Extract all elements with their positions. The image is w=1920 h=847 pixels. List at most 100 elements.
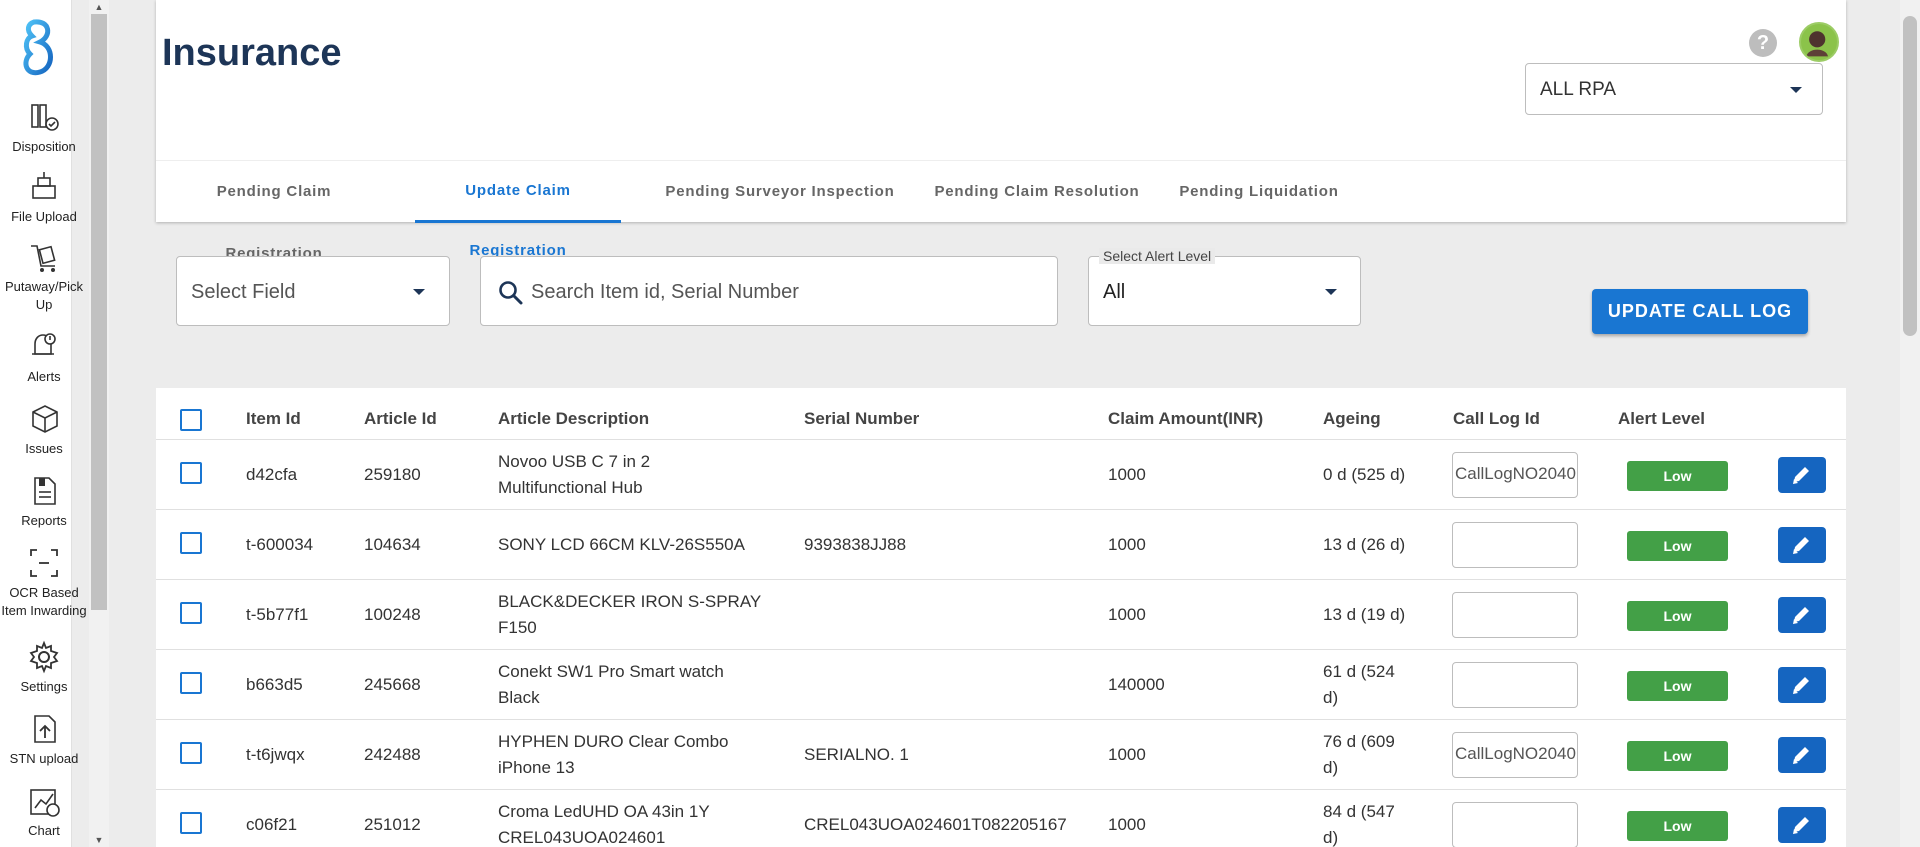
avatar[interactable]: [1799, 22, 1839, 62]
call-log-input[interactable]: [1452, 522, 1578, 568]
sidebar-item-issues[interactable]: Issues: [0, 402, 88, 458]
serial-number-cell: 9393838JJ88: [804, 535, 907, 554]
sidebar-item-stn-upload[interactable]: STN upload: [0, 712, 88, 768]
sidebar-item-label: Disposition: [12, 139, 76, 154]
tab-pending-claim-resolution[interactable]: Pending Claim Resolution: [929, 161, 1145, 223]
edit-row-button[interactable]: [1778, 527, 1826, 563]
select-all-checkbox[interactable]: [180, 409, 202, 431]
alert-level-value: All: [1103, 281, 1126, 303]
claim-amount-cell: 1000: [1108, 815, 1146, 834]
sidebar-scroll-thumb[interactable]: [91, 14, 107, 610]
col-header-claim-amount[interactable]: Claim Amount(INR): [1108, 409, 1263, 429]
sidebar-item-putaway[interactable]: Putaway/Pick Up: [0, 240, 88, 314]
alert-level-select[interactable]: Select Alert Level All: [1088, 248, 1361, 326]
sidebar-scrollbar[interactable]: ▲ ▼: [89, 0, 109, 847]
claim-amount-cell: 1000: [1108, 745, 1146, 764]
page-title: Insurance: [162, 32, 342, 74]
tab-pending-claim-registration[interactable]: Pending Claim Registration: [176, 161, 372, 262]
claim-amount-cell: 1000: [1108, 535, 1146, 554]
table-row: t-t6jwqx 242488 HYPHEN DURO Clear Combo iPh…: [156, 719, 1846, 789]
reports-icon: [27, 474, 61, 508]
rpa-select[interactable]: ALL RPA: [1525, 63, 1823, 115]
pencil-icon: [1793, 677, 1809, 694]
chevron-down-icon: [1790, 87, 1802, 93]
article-description-line1: Conekt SW1 Pro Smart watch: [498, 662, 724, 681]
claims-table: Item Id Article Id Article Description S…: [156, 388, 1846, 847]
issues-icon: [27, 402, 61, 436]
col-header-article-description[interactable]: Article Description: [498, 409, 649, 429]
sidebar-item-label: Settings: [20, 679, 68, 694]
tab-pending-surveyor-inspection[interactable]: Pending Surveyor Inspection: [662, 161, 898, 223]
pencil-icon: [1793, 467, 1809, 484]
call-log-input[interactable]: [1452, 662, 1578, 708]
sidebar-item-ocr[interactable]: OCR Based Item Inwarding: [0, 546, 88, 620]
edit-row-button[interactable]: [1778, 457, 1826, 493]
sidebar-item-label: STN upload: [9, 751, 79, 766]
article-description-line1: SONY LCD 66CM KLV-26S550A: [498, 535, 745, 554]
row-checkbox[interactable]: [180, 462, 202, 484]
item-id-cell: t-600034: [246, 535, 314, 554]
col-header-call-log-id[interactable]: Call Log Id: [1453, 409, 1540, 429]
scroll-up-arrow-icon[interactable]: ▲: [89, 0, 109, 14]
row-checkbox[interactable]: [180, 742, 202, 764]
alert-level-badge: Low: [1627, 741, 1728, 771]
row-checkbox[interactable]: [180, 672, 202, 694]
call-log-input[interactable]: [1452, 802, 1578, 847]
putaway-icon: [27, 240, 61, 274]
main-scrollbar[interactable]: [1900, 0, 1920, 847]
disposition-icon: [27, 100, 61, 134]
call-log-input[interactable]: [1452, 592, 1578, 638]
col-header-ageing[interactable]: Ageing: [1323, 409, 1381, 429]
call-log-input[interactable]: CallLogNO2040: [1452, 732, 1578, 778]
scroll-down-arrow-icon[interactable]: ▼: [89, 833, 109, 847]
sidebar-item-chart[interactable]: Chart: [0, 784, 88, 840]
row-checkbox[interactable]: [180, 602, 202, 624]
sidebar-item-disposition[interactable]: Disposition: [0, 100, 88, 156]
sidebar: Disposition File Upload Putaway/Pick Up Aler…: [0, 0, 87, 847]
edit-row-button[interactable]: [1778, 737, 1826, 773]
call-log-input[interactable]: CallLogNO2040: [1452, 452, 1578, 498]
sidebar-item-reports[interactable]: Reports: [0, 474, 88, 530]
select-field-dropdown[interactable]: Select Field: [176, 256, 450, 326]
col-header-item-id[interactable]: Item Id: [246, 409, 301, 429]
item-id-cell: c06f21: [246, 815, 298, 834]
item-id-cell: b663d5: [246, 675, 303, 694]
chevron-down-icon: [1325, 289, 1337, 295]
main-scroll-thumb[interactable]: [1903, 16, 1917, 336]
item-id-cell: t-t6jwqx: [246, 745, 305, 764]
row-checkbox[interactable]: [180, 812, 202, 834]
article-description-line1: Croma LedUHD OA 43in 1Y: [498, 802, 710, 821]
sidebar-item-file-upload[interactable]: File Upload: [0, 170, 88, 226]
edit-row-button[interactable]: [1778, 807, 1826, 843]
search-input[interactable]: Search Item id, Serial Number: [480, 256, 1058, 326]
tab-pending-liquidation[interactable]: Pending Liquidation: [1174, 161, 1344, 223]
sidebar-item-label: Chart: [28, 823, 60, 838]
article-description-line1: BLACK&DECKER IRON S-SPRAY: [498, 592, 762, 611]
edit-row-button[interactable]: [1778, 667, 1826, 703]
chart-icon: [27, 784, 61, 818]
article-id-cell: 251012: [364, 815, 421, 834]
col-header-alert-level[interactable]: Alert Level: [1618, 409, 1705, 429]
alerts-icon: [27, 330, 61, 364]
update-call-log-button[interactable]: UPDATE CALL LOG: [1592, 289, 1808, 334]
header-card: Insurance ? ALL RPA Pending Claim Regist…: [156, 0, 1846, 262]
alert-level-badge: Low: [1627, 531, 1728, 561]
help-icon[interactable]: ?: [1749, 29, 1777, 57]
edit-row-button[interactable]: [1778, 597, 1826, 633]
gear-icon: [27, 640, 61, 674]
article-id-cell: 245668: [364, 675, 421, 694]
sidebar-item-gear[interactable]: Settings: [0, 640, 88, 696]
ageing-line1: 84 d (547: [1323, 802, 1395, 821]
row-checkbox[interactable]: [180, 532, 202, 554]
tab-update-claim-registration[interactable]: Update Claim Registration: [415, 161, 621, 259]
sidebar-item-alerts[interactable]: Alerts: [0, 330, 88, 386]
alert-level-badge: Low: [1627, 811, 1728, 841]
select-field-value: Select Field: [191, 281, 296, 303]
item-id-cell: d42cfa: [246, 465, 298, 484]
col-header-serial-number[interactable]: Serial Number: [804, 409, 919, 429]
sidebar-item-label: OCR Based: [9, 585, 79, 600]
col-header-article-id[interactable]: Article Id: [364, 409, 437, 429]
article-id-cell: 104634: [364, 535, 421, 554]
app-logo[interactable]: [20, 18, 60, 88]
ageing-line1: 61 d (524: [1323, 662, 1395, 681]
